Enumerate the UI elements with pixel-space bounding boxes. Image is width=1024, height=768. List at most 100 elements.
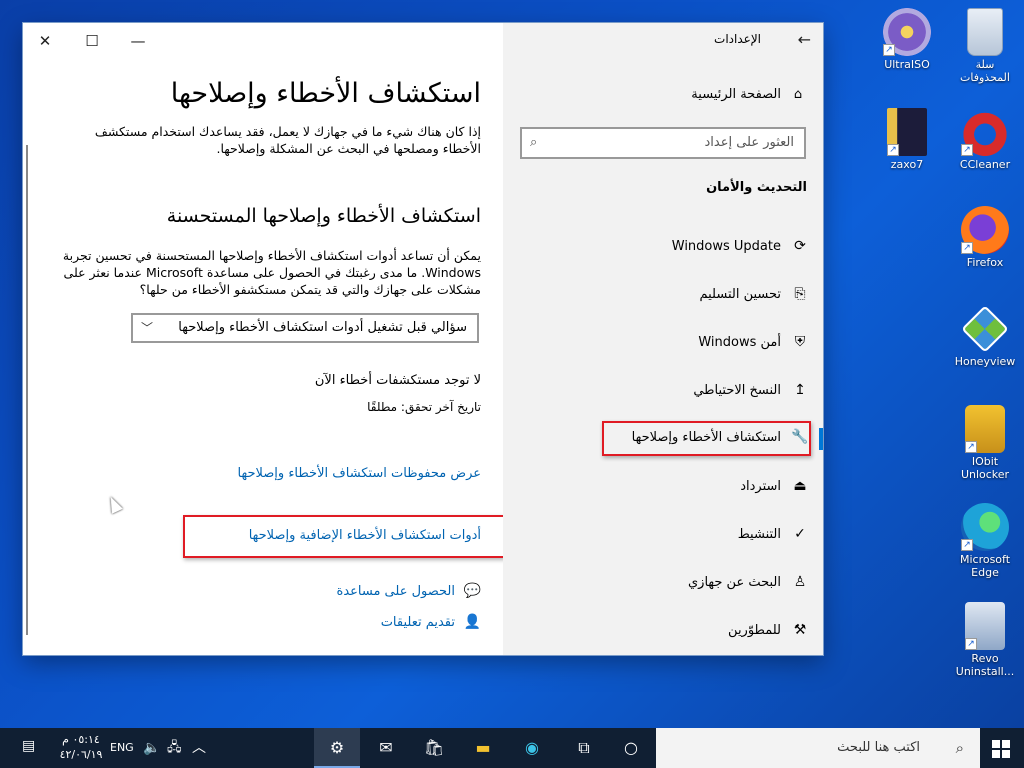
edge-icon: ◉ — [525, 738, 539, 757]
nav-item-label: التنشيط — [737, 527, 781, 542]
clock[interactable]: ٠٥:١٤ م ٤٢/٠٦/١٩ — [55, 732, 107, 762]
find-device-icon: ♙ — [793, 574, 807, 590]
desktop-icon-edge[interactable]: ↗ Microsoft Edge — [950, 503, 1020, 579]
search-placeholder: العثور على إعداد — [704, 135, 794, 150]
desktop-icon-label: zaxo7 — [890, 158, 924, 171]
section-title: التحديث والأمان — [706, 180, 807, 195]
page-title: استكشاف الأخطاء وإصلاحها — [170, 78, 481, 109]
recommended-dropdown[interactable]: سؤالي قبل تشغيل أدوات استكشاف الأخطاء وإ… — [131, 313, 479, 343]
nav-item-backup[interactable]: ↥ النسخ الاحتياطي — [693, 382, 809, 404]
desktop-icon-revo-uninstaller[interactable]: ↗ Revo Uninstall... — [950, 602, 1020, 678]
desktop-icon-zaxo7[interactable]: ↗ zaxo7 — [872, 108, 942, 171]
desktop-icon-firefox[interactable]: ↗ Firefox — [950, 206, 1020, 269]
last-checked: تاريخ آخر تحقق: مطلقًا — [367, 400, 481, 414]
cortana-icon: ○ — [624, 738, 638, 757]
firefox-icon: ↗ — [961, 206, 1009, 254]
windows-logo-icon-part — [1002, 750, 1010, 758]
recycle-bin-icon — [967, 8, 1003, 56]
nav-item-windows-security[interactable]: ⛨ أمن Windows — [698, 334, 809, 356]
nav-item-windows-update[interactable]: ⟳ Windows Update — [672, 238, 809, 260]
dropdown-value: سؤالي قبل تشغيل أدوات استكشاف الأخطاء وإ… — [178, 320, 467, 335]
backup-icon: ↥ — [794, 382, 806, 398]
wrench-icon: 🔧 — [791, 429, 809, 445]
recovery-icon: ⏏ — [793, 478, 807, 494]
nav-item-label: تحسين التسليم — [699, 287, 781, 302]
taskbar-mail[interactable]: ✉ — [363, 728, 409, 768]
get-help-link[interactable]: الحصول على مساعدة — [337, 584, 455, 599]
back-arrow-icon[interactable]: ← — [798, 30, 811, 49]
desktop-icon-ccleaner[interactable]: ↗ CCleaner — [950, 108, 1020, 171]
desktop-icon-honeyview[interactable]: Honeyview — [950, 305, 1020, 368]
desktop-icon-recycle-bin[interactable]: سلة المحذوفات — [950, 8, 1020, 84]
history-link[interactable]: عرض محفوظات استكشاف الأخطاء وإصلاحها — [238, 466, 481, 481]
refresh-icon: ⟳ — [794, 238, 806, 254]
desktop-icon-label: Revo Uninstall... — [955, 652, 1015, 678]
language-indicator[interactable]: ENG — [110, 728, 134, 768]
feedback-link[interactable]: تقديم تعليقات — [381, 615, 455, 630]
revo-uninstaller-icon: ↗ — [965, 602, 1005, 650]
volume-icon[interactable]: 🔈 — [143, 728, 160, 768]
notifications-icon[interactable]: ▤ — [22, 738, 42, 756]
iobit-unlocker-icon: ↗ — [965, 405, 1005, 453]
nav-item-recovery[interactable]: ⏏ استرداد — [740, 478, 809, 500]
nav-item-label: Windows Update — [671, 239, 781, 254]
intro-text: إذا كان هناك شيء ما في جهازك لا يعمل، فق… — [94, 124, 481, 156]
maximize-button[interactable]: ☐ — [78, 29, 106, 53]
nav-item-developers[interactable]: ⚒ للمطوّرين — [728, 622, 809, 644]
selected-indicator — [819, 428, 823, 450]
nav-item-label: البحث عن جهازي — [687, 575, 781, 590]
nav-item-find-my-device[interactable]: ♙ البحث عن جهازي — [688, 574, 809, 596]
desktop-icon-label: Honeyview — [954, 355, 1016, 368]
taskbar-cortana[interactable]: ○ — [608, 728, 654, 768]
desktop-icon-label: UltraISO — [884, 58, 930, 71]
folder-icon: ▬ — [475, 738, 491, 757]
chevron-up-icon[interactable]: ︿ — [192, 728, 206, 768]
desktop-icon-label: سلة المحذوفات — [960, 58, 1010, 84]
edge-icon: ↗ — [961, 503, 1009, 551]
nav-item-label: أمن Windows — [698, 335, 781, 350]
network-icon[interactable]: 🖧 — [167, 728, 182, 768]
windows-logo-icon-part — [1002, 740, 1010, 748]
desktop-icon-ultraiso[interactable]: ↗ UltraISO — [872, 8, 942, 71]
close-button[interactable]: ✕ — [31, 29, 59, 53]
nav-item-label: استرداد — [740, 479, 781, 494]
windows-logo-icon-part — [992, 750, 1000, 758]
shield-icon: ⛨ — [794, 334, 806, 350]
taskbar-store[interactable]: 🛍 — [411, 728, 457, 768]
content-scrollbar[interactable] — [26, 145, 28, 635]
nav-item-activation[interactable]: ✓ التنشيط — [738, 526, 809, 548]
store-icon: 🛍 — [423, 738, 445, 757]
minimize-button[interactable]: — — [124, 29, 152, 53]
desktop-icon-label: Firefox — [966, 256, 1004, 269]
nav-home[interactable]: ⌂ الصفحة الرئيسية — [691, 87, 807, 102]
home-icon: ⌂ — [793, 87, 803, 102]
status-none: لا توجد مستكشفات أخطاء الآن — [314, 373, 481, 388]
ccleaner-icon: ↗ — [961, 108, 1009, 156]
clock-time: ٠٥:١٤ م — [62, 733, 100, 746]
desktop-icon-label: Microsoft Edge — [959, 553, 1011, 579]
help-chat-icon: 💬 — [463, 583, 481, 599]
nav-item-label: للمطوّرين — [728, 623, 781, 638]
search-icon: ⌕ — [955, 739, 964, 757]
taskbar-task-view[interactable]: ⧉ — [561, 728, 607, 768]
mail-icon: ✉ — [379, 738, 393, 757]
search-icon: ⌕ — [530, 135, 538, 150]
task-view-icon: ⧉ — [578, 738, 590, 757]
honeyview-icon — [961, 305, 1009, 353]
check-circle-icon: ✓ — [794, 526, 806, 542]
taskbar-file-explorer[interactable]: ▬ — [460, 728, 506, 768]
nav-item-delivery-optimization[interactable]: ⎘ تحسين التسليم — [699, 286, 809, 308]
additional-troubleshooters-link[interactable]: أدوات استكشاف الأخطاء الإضافية وإصلاحها — [249, 528, 481, 543]
get-help-row[interactable]: 💬 الحصول على مساعدة — [337, 583, 481, 603]
taskbar-search-input[interactable]: اكتب هنا للبحث ⌕ — [656, 728, 980, 768]
start-button[interactable] — [980, 728, 1024, 768]
feedback-row[interactable]: 👤 تقديم تعليقات — [381, 614, 481, 634]
nav-item-troubleshoot[interactable]: 🔧 استكشاف الأخطاء وإصلاحها — [632, 429, 809, 451]
taskbar-edge[interactable]: ◉ — [509, 728, 555, 768]
taskbar-settings[interactable]: ⚙ — [314, 728, 360, 768]
gear-icon: ⚙ — [329, 738, 345, 757]
main-content: ✕ ☐ — استكشاف الأخطاء وإصلاحها إذا كان ه… — [23, 23, 509, 655]
desktop-icon-iobit-unlocker[interactable]: ↗ IObit Unlocker — [950, 405, 1020, 481]
settings-search-input[interactable]: العثور على إعداد ⌕ — [520, 127, 806, 159]
desktop-icon-label: IObit Unlocker — [960, 455, 1010, 481]
